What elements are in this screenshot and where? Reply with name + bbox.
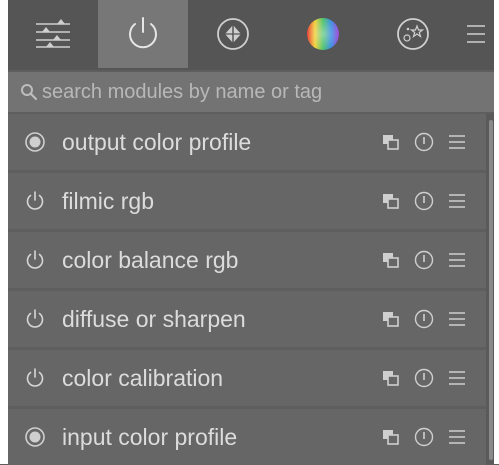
color-tab[interactable] <box>278 0 368 68</box>
always-on-icon <box>20 422 50 452</box>
module-row-color-balance-rgb[interactable]: color balance rgb <box>8 232 486 288</box>
module-list: output color profile filmic rgb color ba… <box>8 114 486 465</box>
multi-instance-icon[interactable] <box>378 424 404 450</box>
aperture-icon <box>214 15 252 53</box>
reset-icon[interactable] <box>411 247 437 273</box>
multi-instance-icon[interactable] <box>378 129 404 155</box>
power-icon[interactable] <box>20 245 50 275</box>
module-actions <box>371 365 470 391</box>
reset-icon[interactable] <box>411 306 437 332</box>
sliders-icon <box>33 16 73 52</box>
presets-menu-icon[interactable] <box>444 188 470 214</box>
menu-tab[interactable] <box>458 0 494 68</box>
search-icon <box>20 83 38 101</box>
presets-menu-icon[interactable] <box>444 129 470 155</box>
presets-menu-icon[interactable] <box>444 365 470 391</box>
module-row-diffuse-or-sharpen[interactable]: diffuse or sharpen <box>8 291 486 347</box>
active-modules-tab[interactable] <box>98 0 188 68</box>
power-icon[interactable] <box>20 363 50 393</box>
multi-instance-icon[interactable] <box>378 188 404 214</box>
module-label: color calibration <box>62 364 224 391</box>
basic-adjustments-tab[interactable] <box>8 0 98 68</box>
window-frame-right <box>494 0 499 464</box>
module-row-filmic-rgb[interactable]: filmic rgb <box>8 173 486 229</box>
scrollbar-thumb[interactable] <box>489 120 493 460</box>
module-row-input-color-profile[interactable]: input color profile <box>8 409 486 465</box>
presets-menu-icon[interactable] <box>444 424 470 450</box>
module-search-bar <box>8 72 494 112</box>
module-label: input color profile <box>62 423 238 450</box>
module-label: diffuse or sharpen <box>62 305 246 332</box>
module-actions <box>371 247 470 273</box>
module-label: output color profile <box>62 128 252 155</box>
power-icon <box>124 15 162 53</box>
module-group-tabs <box>8 0 494 70</box>
module-label: filmic rgb <box>62 187 155 214</box>
module-row-color-calibration[interactable]: color calibration <box>8 350 486 406</box>
power-icon[interactable] <box>20 304 50 334</box>
module-actions <box>371 424 470 450</box>
reset-icon[interactable] <box>411 424 437 450</box>
module-actions <box>371 129 470 155</box>
search-input[interactable] <box>40 79 474 105</box>
reset-icon[interactable] <box>411 365 437 391</box>
module-row-output-color-profile[interactable]: output color profile <box>8 114 486 170</box>
hamburger-icon <box>465 21 487 47</box>
reset-icon[interactable] <box>411 188 437 214</box>
technical-tab[interactable] <box>188 0 278 68</box>
reset-icon[interactable] <box>411 129 437 155</box>
presets-menu-icon[interactable] <box>444 247 470 273</box>
always-on-icon <box>20 127 50 157</box>
module-actions <box>371 306 470 332</box>
effects-icon <box>394 15 432 53</box>
effects-tab[interactable] <box>368 0 458 68</box>
color-wheel-icon <box>304 15 342 53</box>
window-frame-left <box>0 0 8 464</box>
multi-instance-icon[interactable] <box>378 306 404 332</box>
power-icon[interactable] <box>20 186 50 216</box>
module-label: color balance rgb <box>62 246 239 273</box>
presets-menu-icon[interactable] <box>444 306 470 332</box>
multi-instance-icon[interactable] <box>378 365 404 391</box>
multi-instance-icon[interactable] <box>378 247 404 273</box>
module-actions <box>371 188 470 214</box>
